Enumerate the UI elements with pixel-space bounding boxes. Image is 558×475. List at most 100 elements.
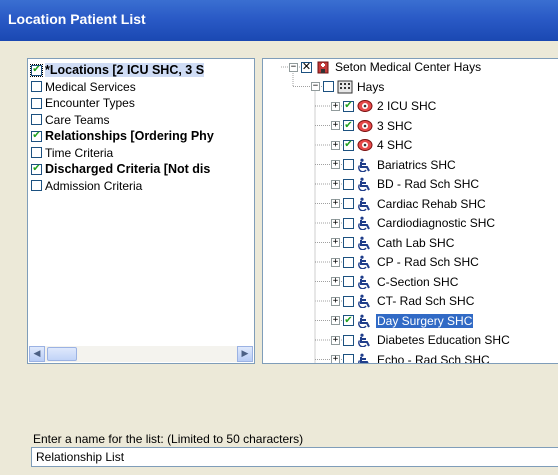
wheelchair-icon [357, 158, 373, 172]
expand-icon[interactable]: + [331, 316, 340, 325]
expand-icon[interactable]: + [331, 199, 340, 208]
tree-node-label: BD - Rad Sch SHC [377, 177, 480, 191]
criteria-checkbox[interactable] [31, 81, 42, 92]
nurse-unit-icon [357, 99, 373, 113]
criteria-label: Discharged Criteria [Not dis [45, 162, 211, 176]
criteria-item[interactable]: ✔ *Locations [2 ICU SHC, 3 S [30, 62, 205, 78]
tree-checkbox[interactable] [343, 334, 354, 346]
tree-node-label: Hays [357, 79, 385, 94]
tree-node-label: C-Section SHC [377, 274, 459, 289]
tree-checkbox[interactable] [343, 237, 354, 248]
tree-node[interactable]: + CP - Rad Sch SHC [331, 253, 480, 271]
tree-checkbox[interactable] [343, 159, 354, 170]
tree-node-label: Seton Medical Center Hays [335, 60, 482, 74]
window-title: Location Patient List [8, 11, 146, 27]
tree-node[interactable]: + ✔ 4 SHC [331, 136, 413, 154]
scroll-thumb[interactable] [47, 347, 77, 361]
tree-node[interactable]: + Diabetes Education SHC [331, 331, 511, 349]
tree-node-label: 2 ICU SHC [377, 99, 437, 113]
tree-node-label: 3 SHC [377, 118, 413, 133]
tree-checkbox[interactable] [343, 217, 354, 229]
tree-checkbox[interactable] [343, 256, 354, 268]
criteria-label: Care Teams [45, 112, 110, 127]
tree-checkbox[interactable]: ✕ [301, 61, 312, 73]
tree-checkbox[interactable] [343, 178, 354, 190]
criteria-item[interactable]: Time Criteria [31, 145, 113, 161]
tree-node-label: CP - Rad Sch SHC [377, 255, 479, 269]
list-name-label: Enter a name for the list: (Limited to 5… [33, 432, 304, 446]
criteria-checkbox[interactable] [31, 97, 42, 109]
expand-icon[interactable]: + [331, 238, 340, 247]
tree-node[interactable]: + Cardiac Rehab SHC [331, 195, 487, 213]
tree-node-label: Day Surgery SHC [374, 312, 475, 329]
expand-icon[interactable]: + [331, 257, 340, 267]
expand-icon[interactable]: + [331, 121, 340, 130]
tree-checkbox[interactable] [343, 198, 354, 209]
tree-checkbox[interactable] [343, 354, 354, 363]
tree-node-label: 4 SHC [377, 138, 413, 152]
wheelchair-icon [357, 314, 373, 328]
tree-checkbox[interactable]: ✔ [343, 120, 354, 131]
tree-checkbox[interactable]: ✔ [343, 315, 354, 326]
wheelchair-icon [357, 216, 373, 230]
expand-icon[interactable]: + [331, 355, 340, 363]
wheelchair-icon [357, 294, 373, 308]
expand-icon[interactable]: + [331, 101, 340, 111]
wheelchair-icon [357, 255, 373, 269]
tree-node[interactable]: + ✔ 3 SHC [331, 117, 413, 135]
criteria-checkbox[interactable]: ✔ [31, 130, 42, 142]
tree-checkbox[interactable] [323, 81, 334, 92]
expand-icon[interactable]: + [331, 160, 340, 169]
tree-node-root[interactable]: − Hays [311, 78, 385, 96]
wheelchair-icon [357, 177, 373, 191]
collapse-icon[interactable]: − [289, 62, 298, 72]
expand-icon[interactable]: + [331, 218, 340, 228]
criteria-item[interactable]: Admission Criteria [31, 178, 142, 194]
tree-checkbox[interactable] [343, 295, 354, 307]
criteria-label: Relationships [Ordering Phy [45, 129, 214, 143]
expand-icon[interactable]: + [331, 277, 340, 286]
tree-node-label: CT- Rad Sch SHC [377, 294, 475, 308]
nurse-unit-icon [357, 119, 373, 133]
building-icon [337, 80, 353, 94]
criteria-checkbox[interactable] [31, 147, 42, 158]
tree-node-label: Diabetes Education SHC [377, 333, 510, 347]
criteria-item[interactable]: ✔ Relationships [Ordering Phy [31, 128, 214, 144]
tree-node[interactable]: + C-Section SHC [331, 273, 459, 291]
tree-node[interactable]: + Cath Lab SHC [331, 234, 455, 252]
location-tree[interactable]: − ✕ Seton Medical Center Hays − Hays + ✔ 2 ICU … [262, 58, 558, 364]
tree-checkbox[interactable] [343, 276, 354, 287]
tree-node-root[interactable]: − ✕ Seton Medical Center Hays [289, 59, 482, 76]
tree-node[interactable]: + Echo - Rad Sch SHC [331, 351, 491, 363]
tree-checkbox[interactable]: ✔ [343, 100, 354, 112]
criteria-list[interactable]: ✔ *Locations [2 ICU SHC, 3 S Medical Servi… [27, 58, 255, 364]
criteria-item[interactable]: Care Teams [31, 112, 109, 128]
criteria-checkbox[interactable] [31, 180, 42, 191]
tree-node[interactable]: + BD - Rad Sch SHC [331, 175, 480, 193]
tree-node[interactable]: + ✔ 2 ICU SHC [331, 97, 437, 115]
expand-icon[interactable]: + [331, 335, 340, 345]
tree-node[interactable]: + CT- Rad Sch SHC [331, 292, 475, 310]
expand-icon[interactable]: + [331, 179, 340, 189]
expand-icon[interactable]: + [331, 140, 340, 150]
title-bar: Location Patient List [0, 0, 558, 41]
list-name-input[interactable] [31, 447, 558, 467]
criteria-item[interactable]: Encounter Types [31, 95, 135, 111]
expand-icon[interactable]: + [331, 296, 340, 306]
criteria-checkbox[interactable]: ✔ [31, 163, 42, 175]
tree-node[interactable]: + Cardiodiagnostic SHC [331, 214, 496, 232]
tree-node[interactable]: + Bariatrics SHC [331, 156, 457, 174]
tree-checkbox[interactable]: ✔ [343, 139, 354, 151]
scroll-right-button[interactable]: ▶ [237, 346, 253, 362]
criteria-item[interactable]: ✔ Discharged Criteria [Not dis [31, 161, 210, 177]
collapse-icon[interactable]: − [311, 82, 320, 91]
criteria-item[interactable]: Medical Services [31, 79, 136, 95]
criteria-checkbox[interactable] [31, 114, 42, 125]
criteria-checkbox[interactable]: ✔ [30, 63, 43, 77]
tree-node-label: Cardiodiagnostic SHC [377, 216, 496, 230]
wheelchair-icon [357, 333, 373, 347]
tree-node[interactable]: + ✔ Day Surgery SHC [331, 312, 475, 330]
wheelchair-icon [357, 353, 373, 363]
scroll-left-button[interactable]: ◀ [29, 346, 45, 362]
horizontal-scrollbar[interactable]: ◀ ▶ [29, 346, 253, 362]
